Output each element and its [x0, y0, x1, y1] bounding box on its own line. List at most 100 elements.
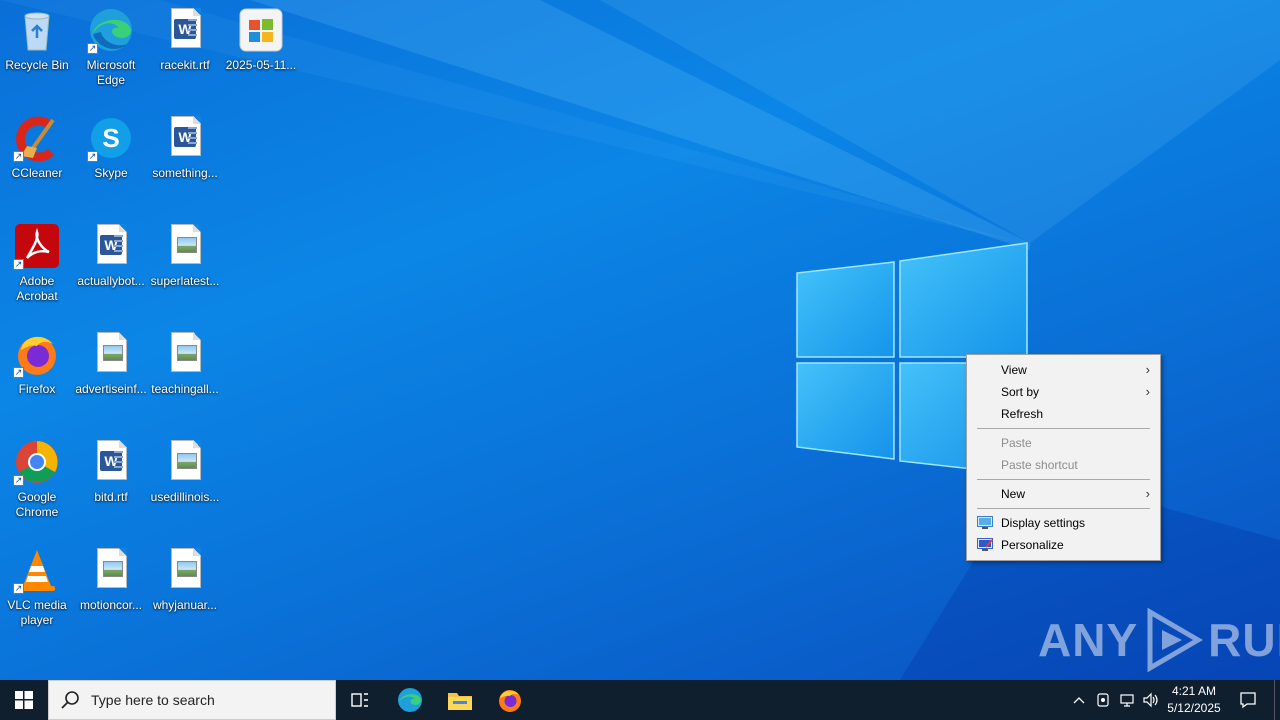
show-hidden-icons-button[interactable] [1068, 680, 1090, 720]
image-file-icon [161, 546, 209, 594]
chrome-icon: ↗ [13, 438, 61, 486]
desktop-icon-vlc[interactable]: ↗ VLC media player [0, 540, 74, 644]
watermark-text-any: ANY [1038, 614, 1139, 666]
watermark-text-run: RUN [1208, 614, 1280, 666]
desktop-icon-firefox[interactable]: ↗ Firefox [0, 324, 74, 428]
desktop-icon-superlatest[interactable]: superlatest... [148, 216, 222, 320]
tray-network-button[interactable] [1116, 680, 1138, 720]
tray-meet-now-button[interactable] [1092, 680, 1114, 720]
clock-date: 5/12/2025 [1167, 701, 1221, 715]
desktop-icon-something[interactable]: W something... [148, 108, 222, 212]
desktop-icon-whyjanuar[interactable]: whyjanuar... [148, 540, 222, 644]
vlc-icon: ↗ [13, 546, 61, 594]
shortcut-arrow-icon: ↗ [13, 475, 24, 486]
desktop-icon-edge[interactable]: ↗ Microsoft Edge [74, 0, 148, 104]
task-view-icon [351, 693, 368, 707]
start-button[interactable] [0, 680, 48, 720]
menu-item-label: Paste shortcut [1001, 458, 1078, 472]
image-file-icon [161, 330, 209, 378]
menu-item-label: Refresh [1001, 407, 1044, 421]
task-view-button[interactable] [336, 680, 384, 720]
desktop-icon-teachingall[interactable]: teachingall... [148, 324, 222, 428]
menu-item-paste[interactable]: Paste [967, 432, 1160, 454]
desktop-context-menu: View › Sort by › Refresh Paste Paste sho… [966, 354, 1161, 561]
desktop-icon-ccleaner[interactable]: ↗ CCleaner [0, 108, 74, 212]
desktop-icon-actuallybot[interactable]: W actuallybot... [74, 216, 148, 320]
firefox-icon [499, 690, 521, 712]
firefox-icon: ↗ [13, 330, 61, 378]
menu-item-new[interactable]: New › [967, 483, 1160, 505]
desktop-icon-label: motioncor... [79, 598, 143, 612]
clock-time: 4:21 AM [1171, 684, 1217, 698]
menu-item-label: New [1001, 487, 1026, 501]
image-file-icon [161, 438, 209, 486]
word-document-icon: W [161, 6, 209, 54]
menu-item-label: View [1001, 363, 1027, 377]
desktop-icon-label: 2025-05-11... [225, 58, 297, 72]
desktop-icon-label: Adobe Acrobat [16, 274, 58, 303]
menu-item-sort-by[interactable]: Sort by › [967, 381, 1160, 403]
desktop-icon-usedillinois[interactable]: usedillinois... [148, 432, 222, 536]
taskbar-file-explorer-button[interactable] [436, 680, 484, 720]
desktop-icon-label: Firefox [18, 382, 56, 396]
taskbar-firefox-button[interactable] [486, 680, 534, 720]
desktop-icon-acrobat[interactable]: ↗ Adobe Acrobat [0, 216, 74, 320]
edge-icon: ↗ [87, 6, 135, 54]
tray-volume-button[interactable] [1140, 680, 1162, 720]
word-document-icon: W [87, 438, 135, 486]
desktop-icon-label: CCleaner [11, 166, 63, 180]
tray-app-icon [1097, 693, 1109, 707]
file-explorer-icon [448, 693, 472, 710]
menu-item-paste-shortcut[interactable]: Paste shortcut [967, 454, 1160, 476]
shortcut-arrow-icon: ↗ [13, 583, 24, 594]
network-icon [1120, 694, 1134, 707]
search-icon [61, 691, 79, 709]
acrobat-icon: ↗ [13, 222, 61, 270]
menu-item-personalize[interactable]: Personalize [967, 534, 1160, 556]
menu-separator [977, 508, 1150, 509]
desktop-icon-recycle-bin[interactable]: Recycle Bin [0, 0, 74, 104]
desktop-icon-label: actuallybot... [77, 274, 145, 288]
taskbar-clock[interactable]: 4:21 AM 5/12/2025 [1163, 683, 1225, 717]
word-document-icon: W [161, 114, 209, 162]
menu-separator [977, 479, 1150, 480]
show-desktop-button[interactable] [1274, 680, 1280, 720]
image-file-icon [87, 546, 135, 594]
menu-item-label: Display settings [1001, 516, 1086, 530]
desktop[interactable]: Recycle Bin ↗ Microsoft Edge W racekit.r… [0, 0, 1280, 680]
shortcut-arrow-icon: ↗ [87, 43, 98, 54]
menu-item-label: Sort by [1001, 385, 1040, 399]
windows-start-icon [15, 691, 33, 709]
word-document-icon: W [87, 222, 135, 270]
menu-item-label: Paste [1001, 436, 1032, 450]
shortcut-arrow-icon: ↗ [13, 259, 24, 270]
chevron-up-icon [1073, 697, 1085, 704]
desktop-icon-label: whyjanuar... [152, 598, 218, 612]
desktop-icon-motioncor[interactable]: motioncor... [74, 540, 148, 644]
skype-icon: S ↗ [87, 114, 135, 162]
desktop-icon-racekit[interactable]: W racekit.rtf [148, 0, 222, 104]
desktop-icon-label: teachingall... [151, 382, 219, 396]
desktop-icon-label: Google Chrome [15, 490, 59, 519]
desktop-icon-label: Microsoft Edge [86, 58, 136, 87]
svg-text:S: S [102, 123, 119, 153]
desktop-icon-label: Recycle Bin [5, 58, 69, 72]
desktop-icon-label: racekit.rtf [160, 58, 210, 72]
desktop-icon-label: superlatest... [150, 274, 220, 288]
desktop-icon-label: VLC media player [7, 598, 67, 627]
action-center-button[interactable] [1228, 680, 1268, 720]
menu-item-refresh[interactable]: Refresh [967, 403, 1160, 425]
volume-icon [1143, 692, 1158, 708]
desktop-icon-label: Skype [94, 166, 128, 180]
desktop-icon-label: bitd.rtf [94, 490, 128, 504]
desktop-icon-chrome[interactable]: ↗ Google Chrome [0, 432, 74, 536]
desktop-icon-label: advertiseinf... [75, 382, 147, 396]
desktop-icon-2025-05-11[interactable]: 2025-05-11... [224, 0, 298, 104]
desktop-icon-bitd[interactable]: W bitd.rtf [74, 432, 148, 536]
menu-item-view[interactable]: View › [967, 359, 1160, 381]
menu-item-display-settings[interactable]: Display settings [967, 512, 1160, 534]
desktop-icon-skype[interactable]: S ↗ Skype [74, 108, 148, 212]
taskbar-edge-button[interactable] [386, 680, 434, 720]
taskbar-search-box[interactable]: Type here to search [48, 680, 336, 720]
desktop-icon-advertiseinf[interactable]: advertiseinf... [74, 324, 148, 428]
